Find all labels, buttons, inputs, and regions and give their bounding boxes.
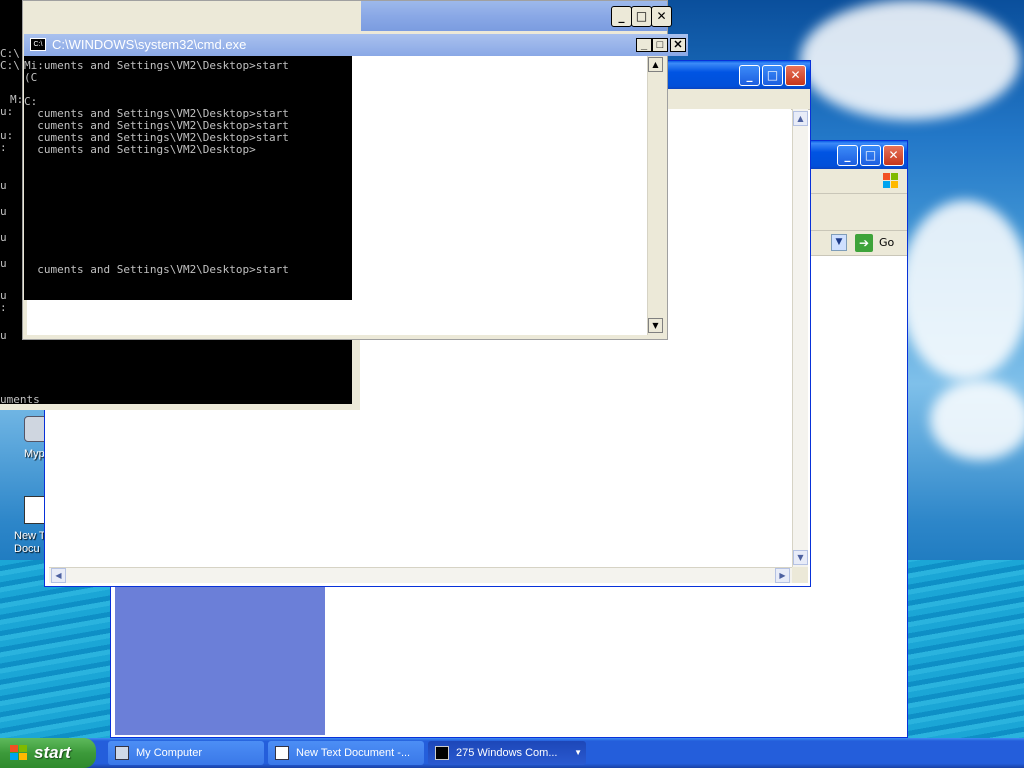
cmd-title-bar[interactable]: C:\ C:\WINDOWS\system32\cmd.exe _ □ ✕: [24, 34, 688, 56]
scroll-down-button[interactable]: ▼: [793, 550, 808, 565]
maximize-button[interactable]: □: [652, 38, 668, 52]
console-line: cuments and Settings\VM2\Desktop>start: [24, 263, 289, 276]
cmd-window[interactable]: C:\ C:\WINDOWS\system32\cmd.exe _ □ ✕ Mi…: [24, 34, 688, 302]
windows-logo-icon: [10, 745, 28, 761]
minimize-button[interactable]: _: [636, 38, 652, 52]
console-icon: C:\: [30, 38, 46, 51]
chevron-down-icon: ▼: [574, 748, 582, 757]
taskbar-item-command-group[interactable]: 275 Windows Com... ▼: [428, 741, 586, 765]
maximize-button[interactable]: □: [762, 65, 783, 86]
taskbar-item-my-computer[interactable]: My Computer: [108, 741, 264, 765]
go-button[interactable]: ➔ Go: [855, 234, 899, 252]
taskbar-item-notepad[interactable]: New Text Document -...: [268, 741, 424, 765]
console-line: :: [0, 141, 7, 154]
minimize-button[interactable]: _: [611, 6, 632, 27]
desktop-icon-label: Myp: [24, 448, 45, 460]
taskbar-item-label: My Computer: [136, 747, 203, 759]
go-label: Go: [879, 236, 895, 249]
explorer-task-pane: [115, 587, 325, 735]
maximize-button[interactable]: □: [631, 6, 652, 27]
scroll-left-button[interactable]: ◀: [51, 568, 66, 583]
inactive-title-bar[interactable]: _ □ ✕: [361, 1, 672, 31]
cmd-title: C:\WINDOWS\system32\cmd.exe: [52, 37, 247, 52]
start-label: start: [34, 743, 71, 762]
close-button[interactable]: ✕: [651, 6, 672, 27]
console-line: u: [0, 257, 7, 270]
console-line: u: [0, 329, 7, 342]
console-line: uments: [0, 393, 40, 406]
console-line: C:\: [0, 59, 20, 72]
close-button[interactable]: ✕: [670, 38, 686, 52]
cmd-output[interactable]: Mi:uments and Settings\VM2\Desktop>start…: [24, 56, 352, 300]
desktop-icon-label: Docu: [14, 543, 40, 555]
console-line: u:: [0, 105, 14, 118]
minimize-button[interactable]: _: [837, 145, 858, 166]
taskbar-item-label: New Text Document -...: [296, 747, 411, 759]
console-line: u: [0, 205, 7, 218]
taskbar-item-label: 275 Windows Com...: [456, 747, 558, 759]
maximize-button[interactable]: □: [860, 145, 881, 166]
scroll-right-button[interactable]: ▶: [775, 568, 790, 583]
resize-grip[interactable]: [792, 567, 808, 583]
close-button[interactable]: ✕: [883, 145, 904, 166]
taskbar: start My Computer New Text Document -...…: [0, 738, 1024, 768]
desktop-icon-label: New T: [14, 530, 46, 542]
go-arrow-icon: ➔: [855, 234, 873, 252]
console-line: (C: [24, 71, 38, 84]
console-line: Mi:uments and Settings\VM2\Desktop>start: [24, 59, 289, 72]
address-dropdown-button[interactable]: ▼: [831, 234, 847, 251]
computer-icon: [115, 746, 129, 760]
scroll-up-button[interactable]: ▲: [793, 111, 808, 126]
start-button[interactable]: start: [0, 738, 96, 768]
minimize-button[interactable]: _: [739, 65, 760, 86]
console-line: :: [0, 301, 7, 314]
close-button[interactable]: ✕: [785, 65, 806, 86]
notepad-horizontal-scrollbar[interactable]: ◀ ▶: [49, 567, 792, 583]
notepad-vertical-scrollbar[interactable]: ▲ ▼: [792, 109, 808, 567]
console-line: u: [0, 231, 7, 244]
notepad-icon: [275, 746, 289, 760]
console-line: u: [0, 179, 7, 192]
windows-flag-icon: [881, 171, 901, 191]
console-line: cuments and Settings\VM2\Desktop>: [24, 143, 256, 156]
console-icon: [435, 746, 449, 760]
scroll-down-button[interactable]: ▼: [648, 318, 663, 333]
